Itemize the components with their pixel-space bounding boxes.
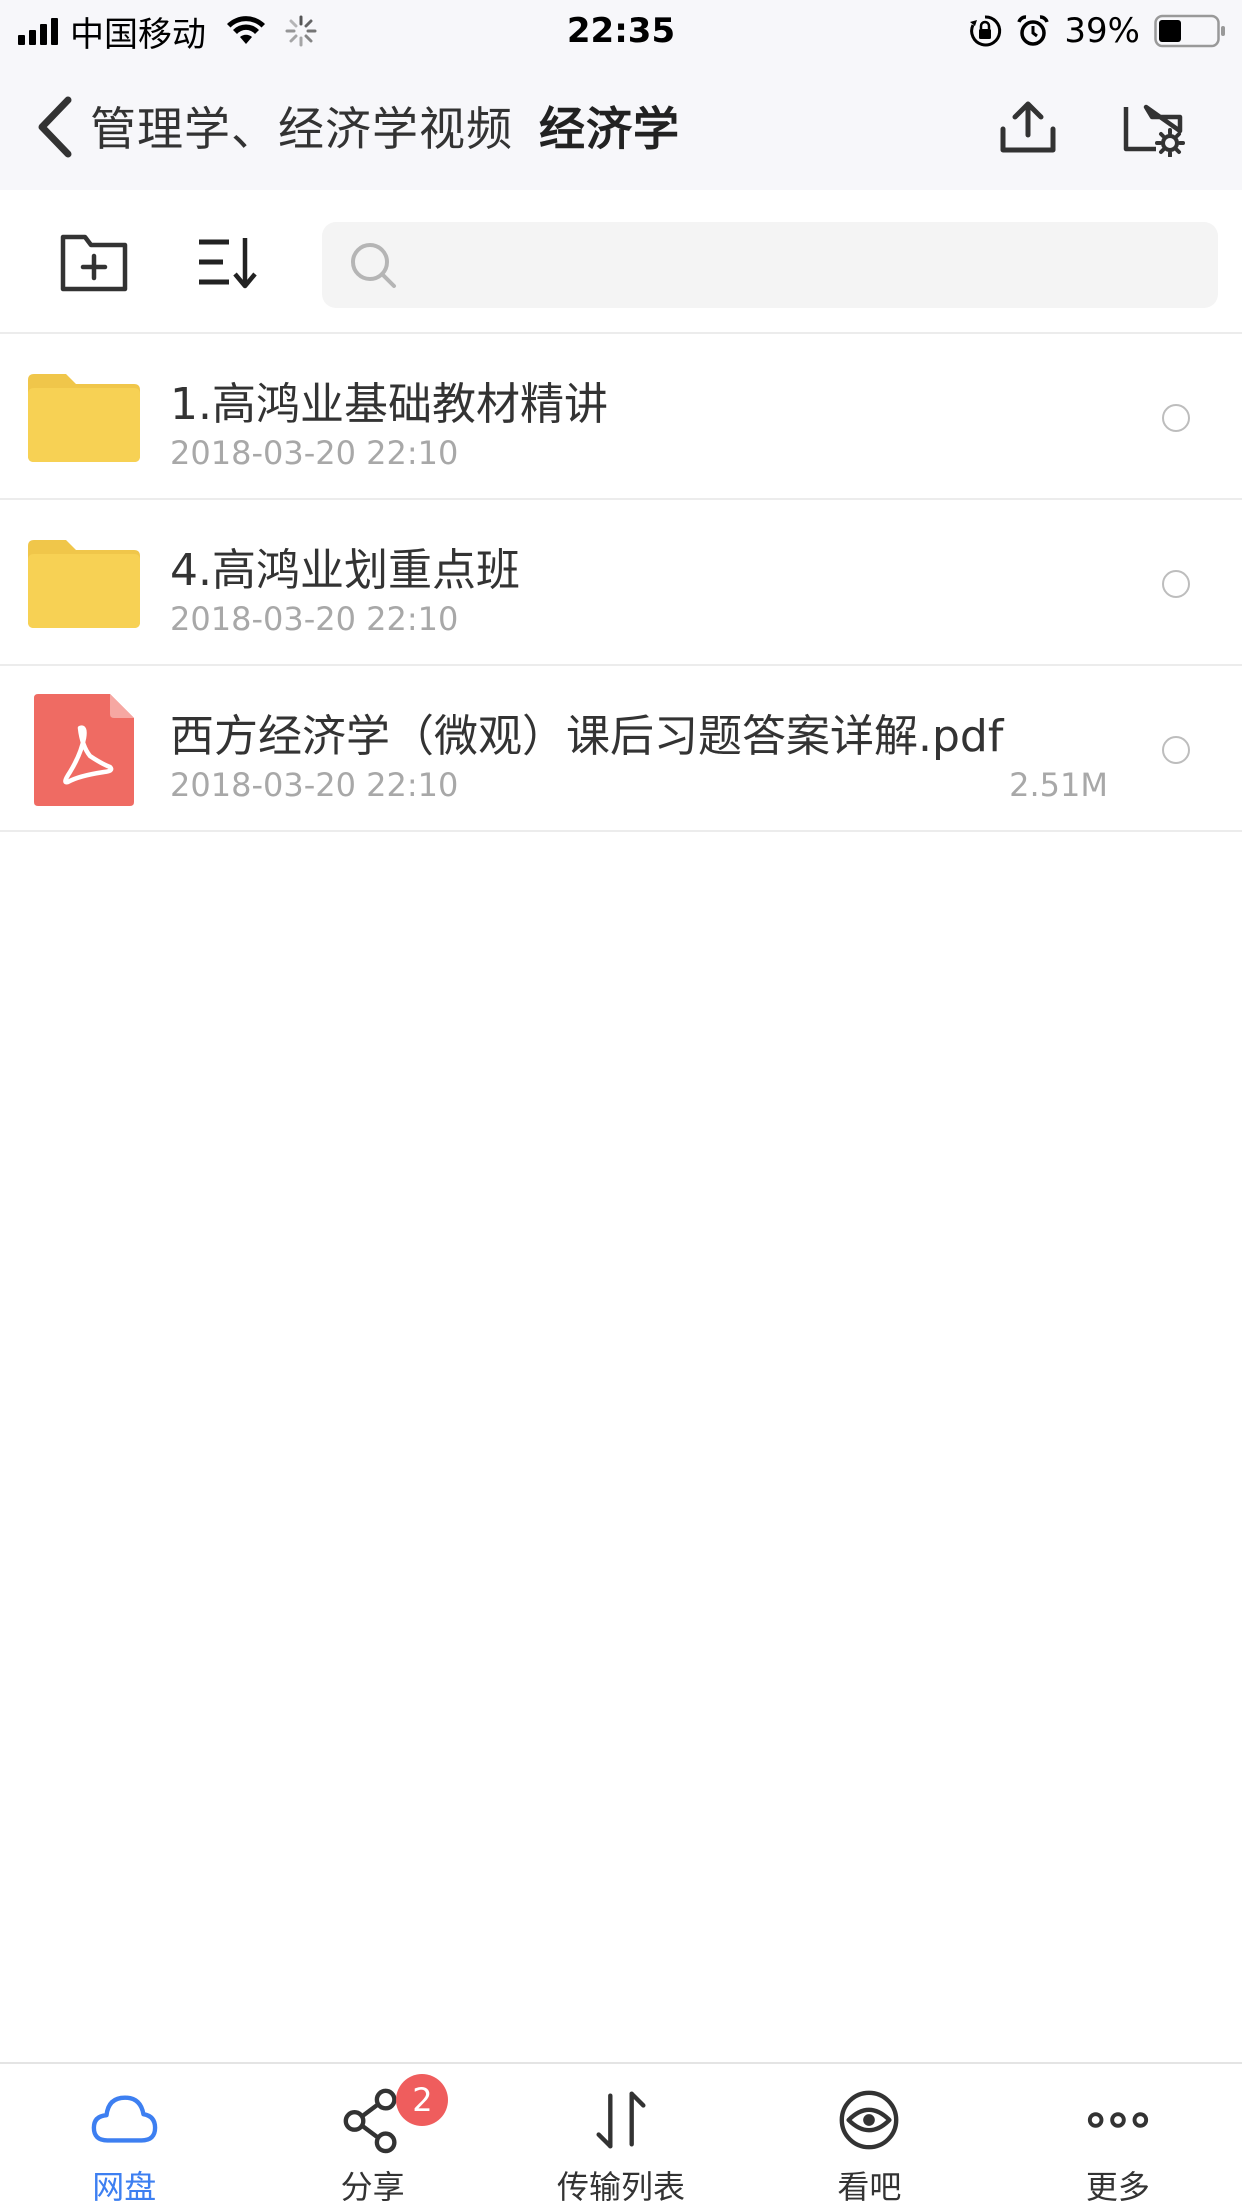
chevron-left-icon xyxy=(38,96,72,158)
nav-header: 管理学、经济学视频 经济学 xyxy=(0,62,1242,190)
folder-icon xyxy=(28,374,140,462)
file-row-folder[interactable]: 1.高鸿业基础教材精讲 2018-03-20 22:10 xyxy=(0,334,1242,500)
file-toolbar xyxy=(0,190,1242,334)
folder-add-icon xyxy=(60,234,128,292)
header-actions xyxy=(996,92,1186,162)
tab-label: 看吧 xyxy=(837,2168,902,2206)
select-checkbox[interactable] xyxy=(1162,404,1190,432)
file-list: 1.高鸿业基础教材精讲 2018-03-20 22:10 4.高鸿业划重点班 2… xyxy=(0,334,1242,832)
tab-label: 更多 xyxy=(1085,2168,1150,2206)
file-row-pdf[interactable]: 西方经济学（微观）课后习题答案详解.pdf 2018-03-20 22:10 2… xyxy=(0,666,1242,832)
file-name: 4.高鸿业划重点班 xyxy=(170,545,520,596)
search-icon xyxy=(351,243,396,288)
breadcrumb: 管理学、经济学视频 经济学 xyxy=(90,62,680,190)
alarm-icon xyxy=(1017,15,1050,46)
tab-watch[interactable]: 看吧 xyxy=(745,2064,993,2208)
tab-transfer-list[interactable]: 传输列表 xyxy=(497,2064,745,2208)
file-date: 2018-03-20 22:10 xyxy=(170,600,459,638)
cloud-icon xyxy=(91,2095,158,2143)
bottom-tab-bar: 网盘 2 分享 传输列表 看吧 更多 xyxy=(0,2062,1242,2208)
folder-settings-icon xyxy=(1123,104,1185,157)
file-row-folder[interactable]: 4.高鸿业划重点班 2018-03-20 22:10 xyxy=(0,500,1242,666)
notification-badge: 2 xyxy=(396,2074,449,2126)
upload-button[interactable] xyxy=(996,95,1060,159)
sort-button[interactable] xyxy=(192,226,264,298)
file-name: 西方经济学（微观）课后习题答案详解.pdf xyxy=(170,711,1004,762)
tab-more[interactable]: 更多 xyxy=(994,2064,1242,2208)
search-input[interactable] xyxy=(414,243,1174,287)
netdisk-folder-page: 中国移动 22:35 39% 管理学、经济学视频 经济学 1.高鸿业基础教材精讲… xyxy=(0,0,1242,2208)
battery-icon xyxy=(1154,14,1225,48)
search-box[interactable] xyxy=(322,222,1218,308)
file-name: 1.高鸿业基础教材精讲 xyxy=(170,379,608,430)
sort-icon xyxy=(199,238,257,289)
back-button[interactable] xyxy=(34,92,78,162)
tab-label: 分享 xyxy=(340,2168,405,2206)
transfer-icon xyxy=(596,2091,646,2149)
breadcrumb-parent-folder[interactable]: 管理学、经济学视频 xyxy=(90,93,513,159)
status-bar: 中国移动 22:35 39% xyxy=(0,0,1242,62)
select-checkbox[interactable] xyxy=(1162,736,1190,764)
pdf-file-icon xyxy=(34,694,134,806)
select-checkbox[interactable] xyxy=(1162,570,1190,598)
folder-settings-button[interactable] xyxy=(1122,95,1186,159)
tab-netdisk[interactable]: 网盘 xyxy=(0,2064,248,2208)
tab-share[interactable]: 2 分享 xyxy=(248,2064,496,2208)
more-icon xyxy=(1087,2112,1148,2128)
upload-icon xyxy=(1000,101,1056,153)
tab-label: 网盘 xyxy=(92,2168,157,2206)
battery-percent: 39% xyxy=(1064,11,1140,51)
eye-icon xyxy=(840,2090,899,2150)
new-folder-button[interactable] xyxy=(58,226,130,298)
page-title: 经济学 xyxy=(539,102,680,156)
file-date: 2018-03-20 22:10 xyxy=(170,766,459,804)
tab-label: 传输列表 xyxy=(557,2168,686,2206)
file-size: 2.51M xyxy=(1009,766,1108,804)
orientation-lock-icon xyxy=(970,15,1002,47)
file-date: 2018-03-20 22:10 xyxy=(170,434,459,472)
status-right: 39% xyxy=(968,8,1226,54)
folder-icon xyxy=(28,540,140,628)
